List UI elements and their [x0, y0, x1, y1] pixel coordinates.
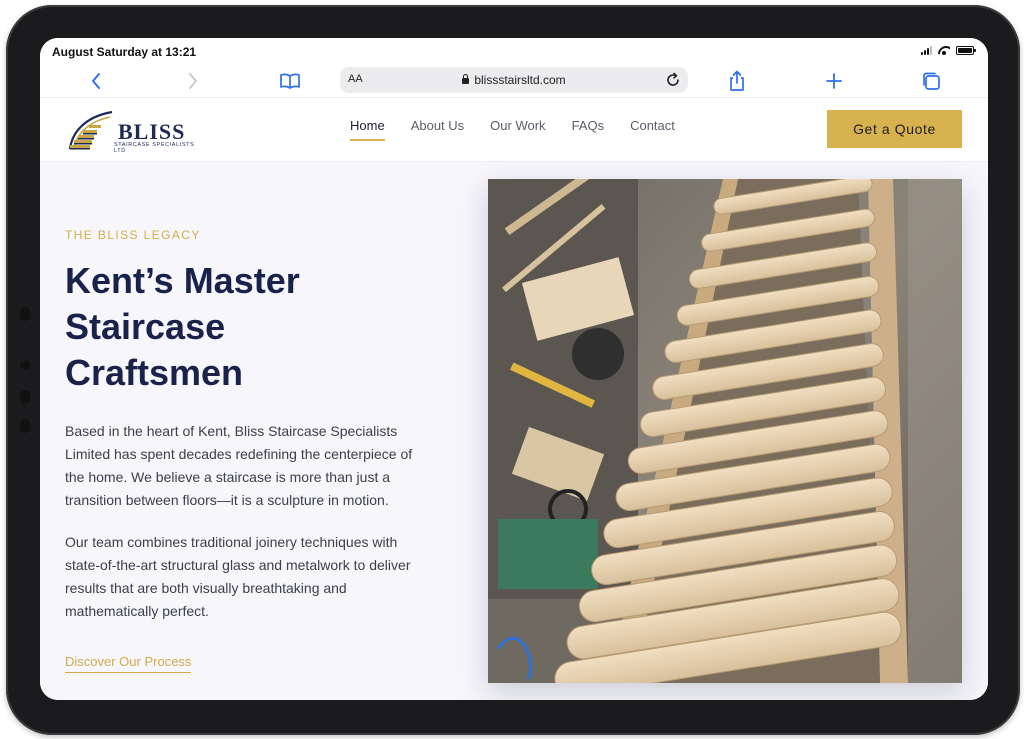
- new-tab-icon[interactable]: [821, 68, 847, 94]
- wifi-icon: [938, 46, 950, 55]
- main-nav: Home About Us Our Work FAQs Contact: [350, 118, 675, 141]
- side-button: [20, 390, 30, 404]
- staircase-workshop-photo: [488, 179, 962, 683]
- hero-headline: Kent’s Master Staircase Craftsmen: [65, 260, 300, 393]
- staircase-logo-icon: [68, 110, 113, 150]
- side-button: [20, 307, 30, 321]
- logo-tagline: STAIRCASE SPECIALISTS LTD: [114, 142, 195, 154]
- bookmarks-icon[interactable]: [277, 68, 303, 94]
- screen: August Saturday at 13:21 AA blissstairsl…: [40, 38, 988, 700]
- nav-contact[interactable]: Contact: [630, 118, 675, 141]
- side-button: [20, 361, 30, 369]
- nav-home[interactable]: Home: [350, 118, 385, 141]
- nav-our-work[interactable]: Our Work: [490, 118, 545, 141]
- status-icons: [921, 46, 976, 55]
- hero-paragraph-1: Based in the heart of Kent, Bliss Stairc…: [65, 423, 413, 508]
- get-a-quote-button[interactable]: Get a Quote: [827, 110, 962, 148]
- cellular-signal-icon: [921, 46, 932, 55]
- address-bar[interactable]: AA blissstairsltd.com: [340, 67, 688, 93]
- discover-process-link[interactable]: Discover Our Process: [65, 654, 192, 673]
- share-icon[interactable]: [724, 68, 750, 94]
- hero-paragraph-2: Our team combines traditional joinery te…: [65, 534, 411, 619]
- reload-icon[interactable]: [664, 71, 682, 89]
- status-bar: August Saturday at 13:21: [40, 38, 988, 64]
- browser-toolbar: AA blissstairsltd.com: [40, 64, 988, 98]
- nav-faqs[interactable]: FAQs: [572, 118, 605, 141]
- back-icon[interactable]: [83, 68, 109, 94]
- url-text: blissstairsltd.com: [474, 73, 566, 87]
- url-display: blissstairsltd.com: [340, 73, 688, 87]
- status-time: August Saturday at 13:21: [52, 45, 197, 59]
- hero-section: THE BLISS LEGACY Kent’s Master Staircase…: [40, 162, 988, 700]
- side-button: [20, 419, 30, 433]
- battery-icon: [956, 46, 976, 55]
- forward-icon[interactable]: [180, 68, 206, 94]
- site-logo[interactable]: BLISS STAIRCASE SPECIALISTS LTD: [66, 109, 206, 154]
- nav-about-us[interactable]: About Us: [411, 118, 464, 141]
- site-header: BLISS STAIRCASE SPECIALISTS LTD Home Abo…: [40, 98, 988, 162]
- hero-eyebrow: THE BLISS LEGACY: [65, 228, 201, 242]
- tabs-icon[interactable]: [918, 68, 944, 94]
- lock-icon: [462, 74, 470, 84]
